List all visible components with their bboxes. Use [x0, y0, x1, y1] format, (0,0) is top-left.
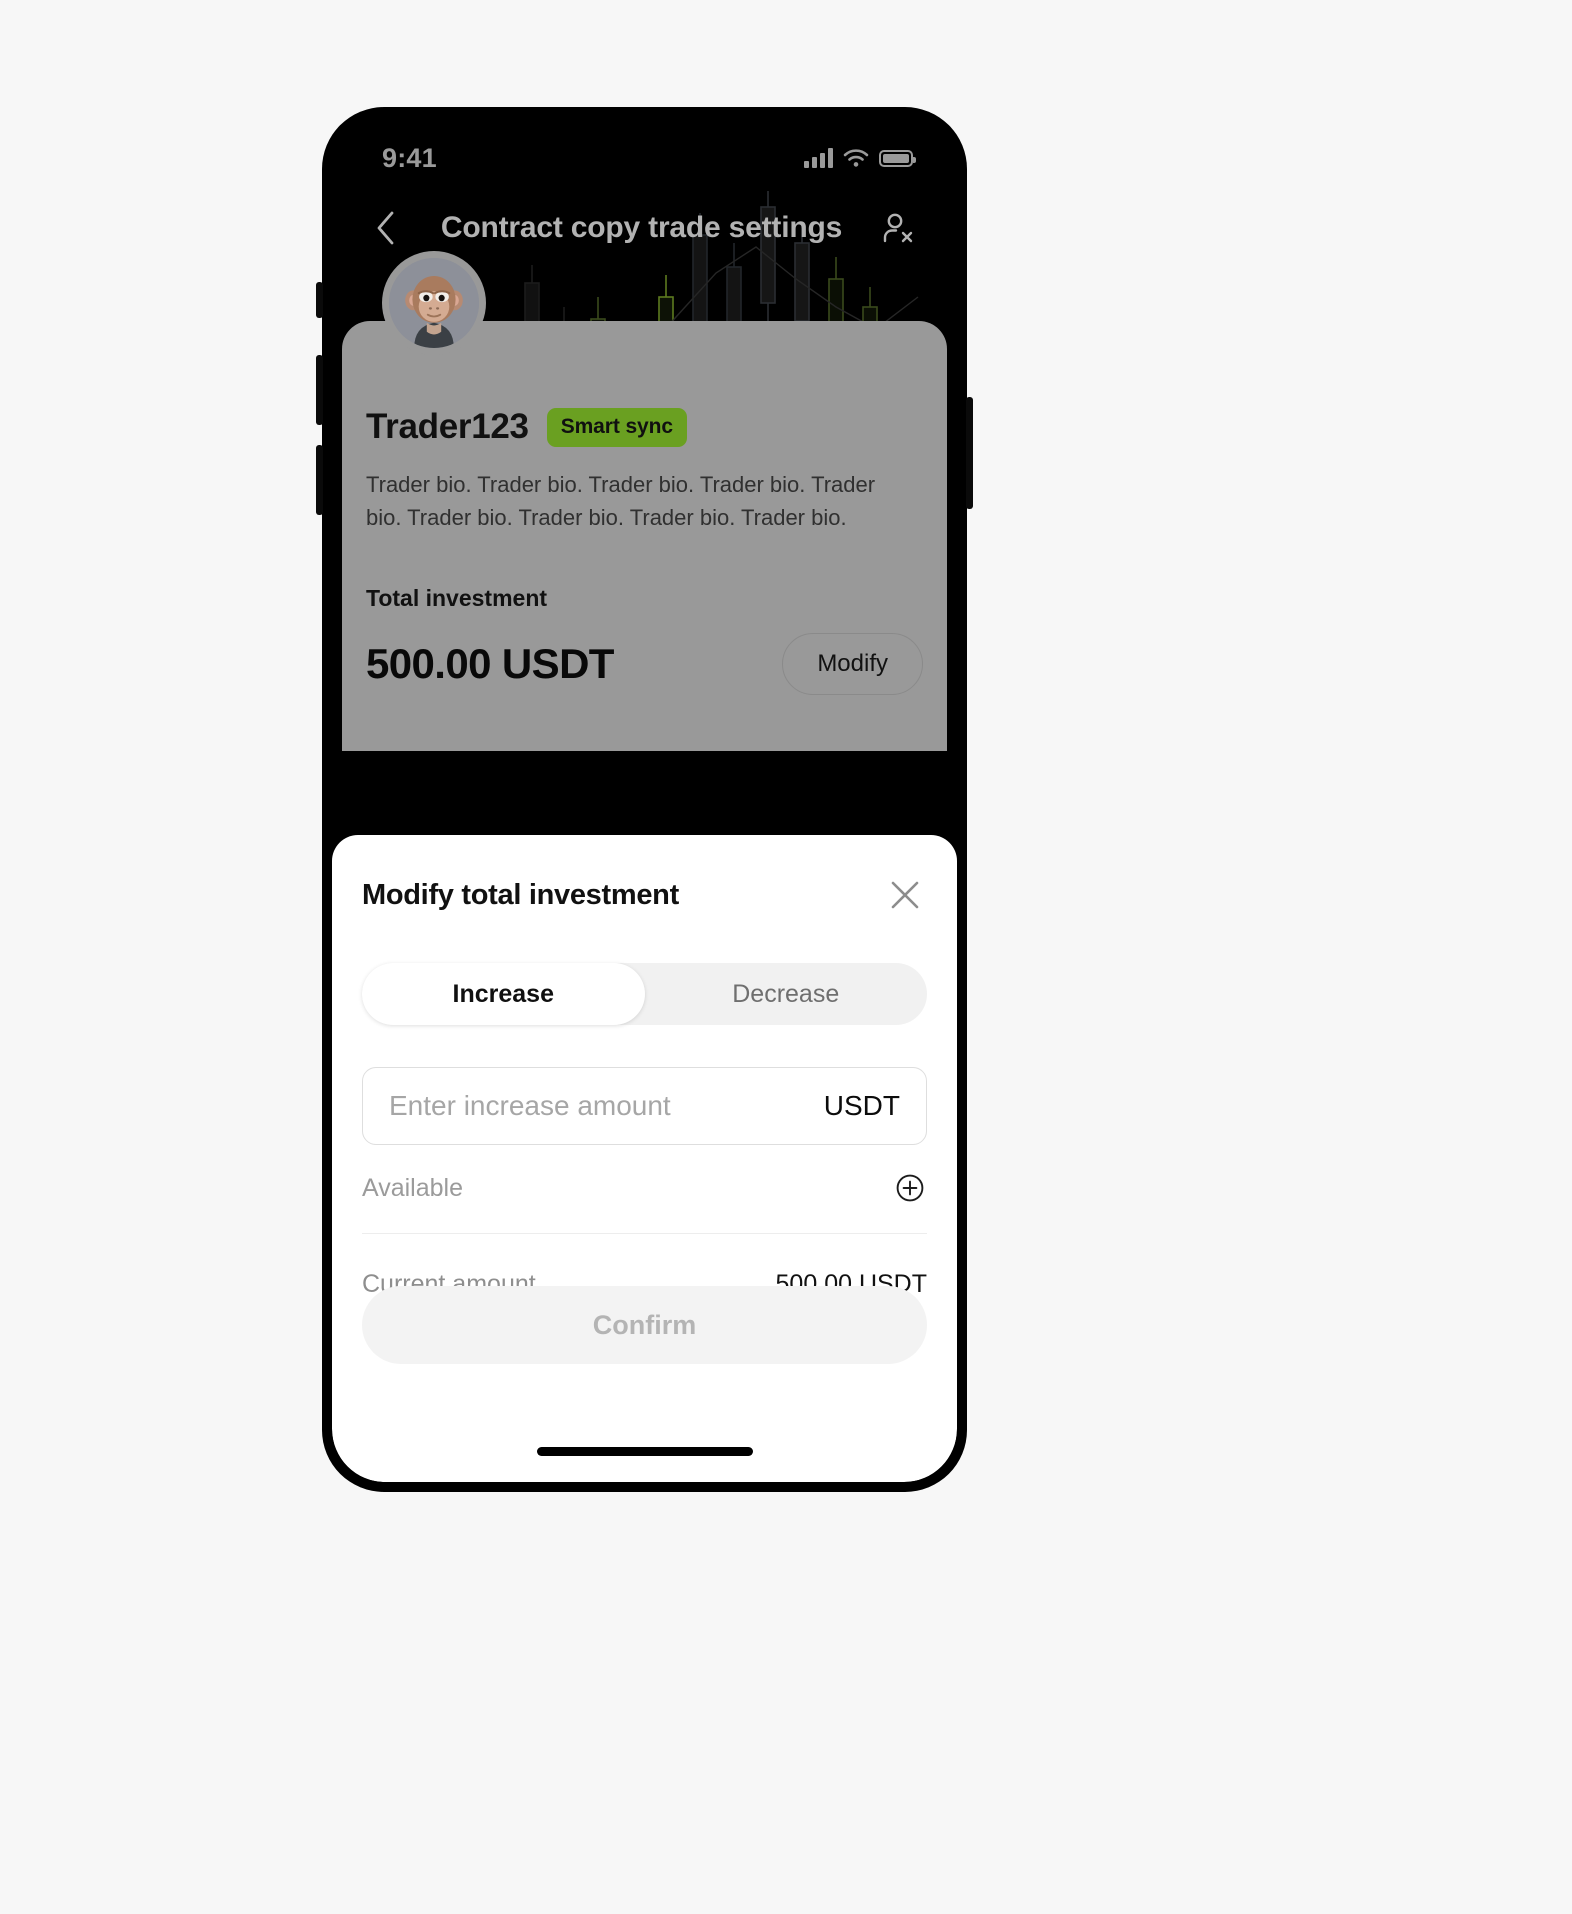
increase-decrease-toggle: Increase Decrease	[362, 963, 927, 1025]
modify-button[interactable]: Modify	[782, 633, 923, 695]
status-time: 9:41	[382, 142, 437, 173]
total-investment-label: Total investment	[366, 585, 548, 611]
add-funds-button[interactable]	[893, 1171, 927, 1205]
status-bar: 9:41	[332, 117, 957, 185]
total-investment-row: 500.00 USDT Modify	[366, 633, 923, 695]
total-investment-value: 500.00 USDT	[366, 640, 614, 687]
page-title: Contract copy trade settings	[440, 211, 843, 244]
nav-header: Contract copy trade settings	[332, 193, 957, 263]
trader-bio: Trader bio. Trader bio. Trader bio. Trad…	[366, 472, 876, 531]
power-button[interactable]	[966, 397, 973, 509]
close-icon	[891, 881, 919, 909]
modify-investment-sheet: Modify total investment Increase Decreas…	[332, 835, 957, 1482]
close-sheet-button[interactable]	[883, 873, 927, 917]
unfollow-trader-button[interactable]	[873, 204, 921, 252]
avatar[interactable]	[382, 251, 486, 355]
tab-increase[interactable]: Increase	[362, 963, 645, 1025]
home-indicator	[536, 1447, 753, 1456]
amount-input[interactable]	[389, 1090, 747, 1122]
back-button[interactable]	[362, 204, 410, 252]
amount-unit-label: USDT	[823, 1090, 900, 1121]
status-icons	[804, 148, 916, 168]
trader-identity: Trader123 Smart sync	[366, 407, 687, 447]
phone-device-frame: 9:41 Contract copy trade settings Trader…	[316, 107, 973, 1492]
phone-screen: 9:41 Contract copy trade settings Trader…	[332, 117, 957, 1482]
battery-icon	[879, 149, 916, 167]
screenshot-root: 9:41 Contract copy trade settings Trader…	[0, 0, 1572, 1914]
available-row: Available	[362, 1171, 927, 1234]
trader-card: Trader123 Smart sync Trader bio. Trader …	[342, 251, 947, 751]
sheet-header: Modify total investment	[362, 835, 927, 917]
volume-down-button[interactable]	[316, 445, 323, 515]
wifi-icon	[843, 149, 869, 167]
confirm-button[interactable]: Confirm	[362, 1286, 927, 1364]
monkey-avatar-icon	[389, 258, 479, 348]
user-remove-icon	[883, 213, 913, 243]
volume-up-button[interactable]	[316, 355, 323, 425]
plus-circle-icon	[896, 1174, 924, 1202]
amount-input-wrapper[interactable]: USDT	[362, 1067, 927, 1145]
available-label: Available	[362, 1173, 464, 1202]
tab-decrease[interactable]: Decrease	[645, 963, 928, 1025]
signal-bars-icon	[804, 148, 833, 168]
status-badge: Smart sync	[546, 407, 687, 447]
trader-name: Trader123	[366, 407, 529, 446]
sheet-title: Modify total investment	[362, 878, 679, 911]
silence-switch[interactable]	[316, 282, 323, 318]
chevron-left-icon	[377, 211, 394, 245]
